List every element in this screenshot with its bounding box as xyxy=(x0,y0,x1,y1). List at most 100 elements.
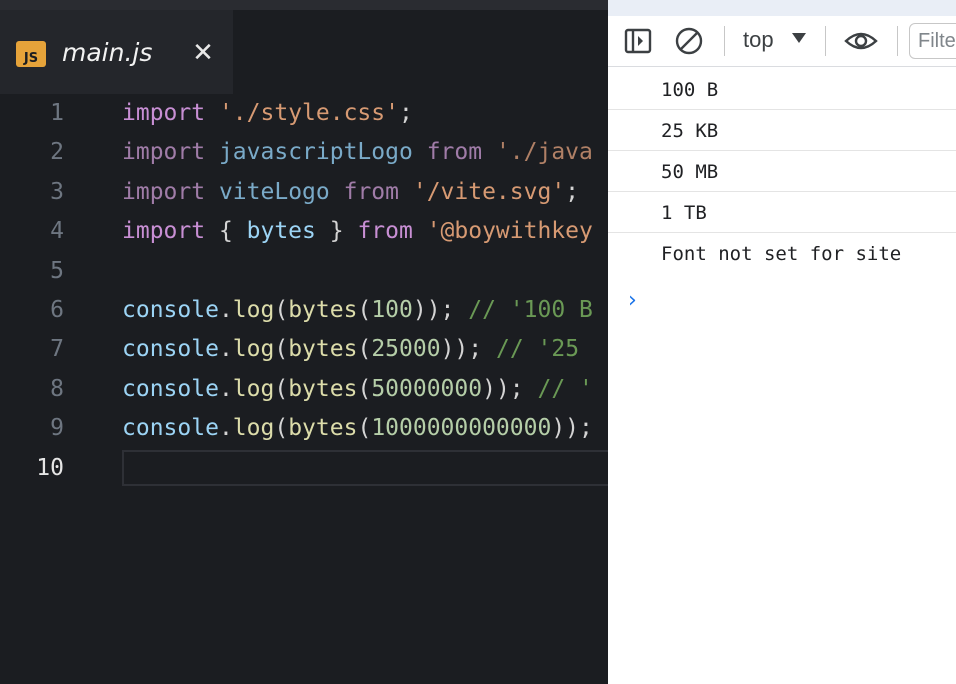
console-message: 25 KB xyxy=(608,110,956,151)
line-number: 4 xyxy=(50,218,64,245)
javascript-file-icon: JS xyxy=(16,41,46,67)
code-token: from xyxy=(357,218,413,245)
line-number: 5 xyxy=(50,257,64,284)
code-token: . xyxy=(218,336,233,363)
code-token: ; xyxy=(565,178,580,205)
code-token: ( xyxy=(274,415,289,442)
code-token: './java xyxy=(495,139,593,166)
code-token: import xyxy=(122,139,206,166)
code-token: log xyxy=(232,375,275,402)
code-line[interactable]: 10 xyxy=(0,449,608,488)
code-text: console.log(bytes(50000000)); // ' xyxy=(122,370,593,409)
code-token: log xyxy=(232,296,275,323)
code-line[interactable]: 8 console.log(bytes(50000000)); // ' xyxy=(0,370,608,409)
code-token: ( xyxy=(274,296,289,323)
code-token: console xyxy=(122,415,219,442)
code-token: './style.css' xyxy=(218,100,399,126)
line-number: 10 xyxy=(36,454,64,481)
console-message: Font not set for site xyxy=(661,243,902,265)
code-token: log xyxy=(232,415,275,442)
code-token: 50000000 xyxy=(371,375,483,402)
code-token: } xyxy=(315,218,358,245)
code-text: import viteLogo from '/vite.svg'; xyxy=(122,173,579,212)
code-token: ( xyxy=(357,375,372,402)
code-line[interactable]: 2 import javascriptLogo from './java xyxy=(0,133,608,172)
code-token: '/vite.svg' xyxy=(412,178,566,205)
code-token: '@boywithkey xyxy=(426,218,593,245)
code-text: console.log(bytes(25000)); // '25 xyxy=(122,330,579,369)
devtools-panel: top Filter 100 B25 KB50 MB1 TB Font not s… xyxy=(608,0,956,684)
code-token: ( xyxy=(357,336,372,363)
line-number: 3 xyxy=(50,178,64,205)
code-token: import xyxy=(122,100,206,126)
code-token: )); xyxy=(551,415,593,442)
editor-tab-bar: JS main.js ✕ xyxy=(0,10,608,94)
code-token: 100 xyxy=(371,296,413,323)
code-token: bytes xyxy=(288,415,358,442)
code-token: // ' xyxy=(537,375,593,402)
code-token: ( xyxy=(274,336,289,363)
clear-console-icon[interactable] xyxy=(674,26,704,56)
console-message: 1 TB xyxy=(608,192,956,233)
code-token: )); xyxy=(440,336,483,363)
chevron-down-icon[interactable] xyxy=(792,33,806,43)
code-token: console xyxy=(122,375,219,402)
code-line[interactable]: 5 xyxy=(0,252,608,291)
code-token: viteLogo xyxy=(218,178,330,205)
code-token: bytes xyxy=(288,296,358,323)
line-number: 7 xyxy=(50,336,64,363)
tab-title: main.js xyxy=(62,38,153,67)
code-text: console.log(bytes(1000000000000)); xyxy=(122,409,593,448)
line-number: 6 xyxy=(50,296,64,323)
code-token: bytes xyxy=(288,336,358,363)
code-token: ; xyxy=(398,100,413,126)
close-icon[interactable]: ✕ xyxy=(190,40,216,66)
devtools-top-strip xyxy=(608,0,956,16)
context-selector[interactable]: top xyxy=(743,27,774,53)
code-token: bytes xyxy=(246,218,316,245)
code-token: 1000000000000 xyxy=(371,415,552,442)
code-token: console xyxy=(122,336,219,363)
toolbar-separator xyxy=(825,26,826,56)
code-line[interactable]: 1 import './style.css'; xyxy=(0,94,608,133)
tab-main-js[interactable]: JS main.js ✕ xyxy=(0,10,233,94)
code-area[interactable]: 1 import './style.css'; 2 import javascript… xyxy=(0,94,608,488)
code-token: javascriptLogo xyxy=(218,139,413,166)
console-message: 50 MB xyxy=(608,151,956,192)
live-expression-eye-icon[interactable] xyxy=(844,26,878,56)
code-line[interactable]: 3 import viteLogo from '/vite.svg'; xyxy=(0,173,608,212)
code-text: import './style.css'; xyxy=(122,94,413,133)
code-line[interactable]: 6 console.log(bytes(100)); // '100 B xyxy=(0,291,608,330)
code-token: . xyxy=(218,296,233,323)
code-token: ( xyxy=(357,296,372,323)
code-line[interactable]: 9 console.log(bytes(1000000000000)); xyxy=(0,409,608,448)
code-token: import xyxy=(122,218,206,245)
toolbar-separator xyxy=(724,26,725,56)
editor-top-strip xyxy=(0,0,608,10)
code-token: from xyxy=(426,139,483,166)
line-number: 8 xyxy=(50,375,64,402)
filter-input[interactable]: Filter xyxy=(909,23,956,59)
code-token: )); xyxy=(412,296,455,323)
code-token: log xyxy=(232,336,275,363)
code-token: import xyxy=(122,178,206,205)
code-line[interactable]: 7 console.log(bytes(25000)); // '25 xyxy=(0,330,608,369)
console-prompt[interactable]: › xyxy=(628,288,637,313)
console-output: 100 B 25 KB 50 MB 1 TB Font not set for site xyxy=(608,69,956,274)
code-line[interactable]: 4 import { bytes } from '@boywithkey xyxy=(0,212,608,251)
code-editor[interactable]: JS main.js ✕ 1 import './style.css'; 2 impo… xyxy=(0,0,608,684)
code-text: import { bytes } from '@boywithkey xyxy=(122,212,593,251)
code-token: { xyxy=(205,218,247,245)
toolbar-separator xyxy=(897,26,898,56)
show-sidebar-icon[interactable] xyxy=(623,26,653,56)
code-token: // '25 xyxy=(495,336,580,363)
